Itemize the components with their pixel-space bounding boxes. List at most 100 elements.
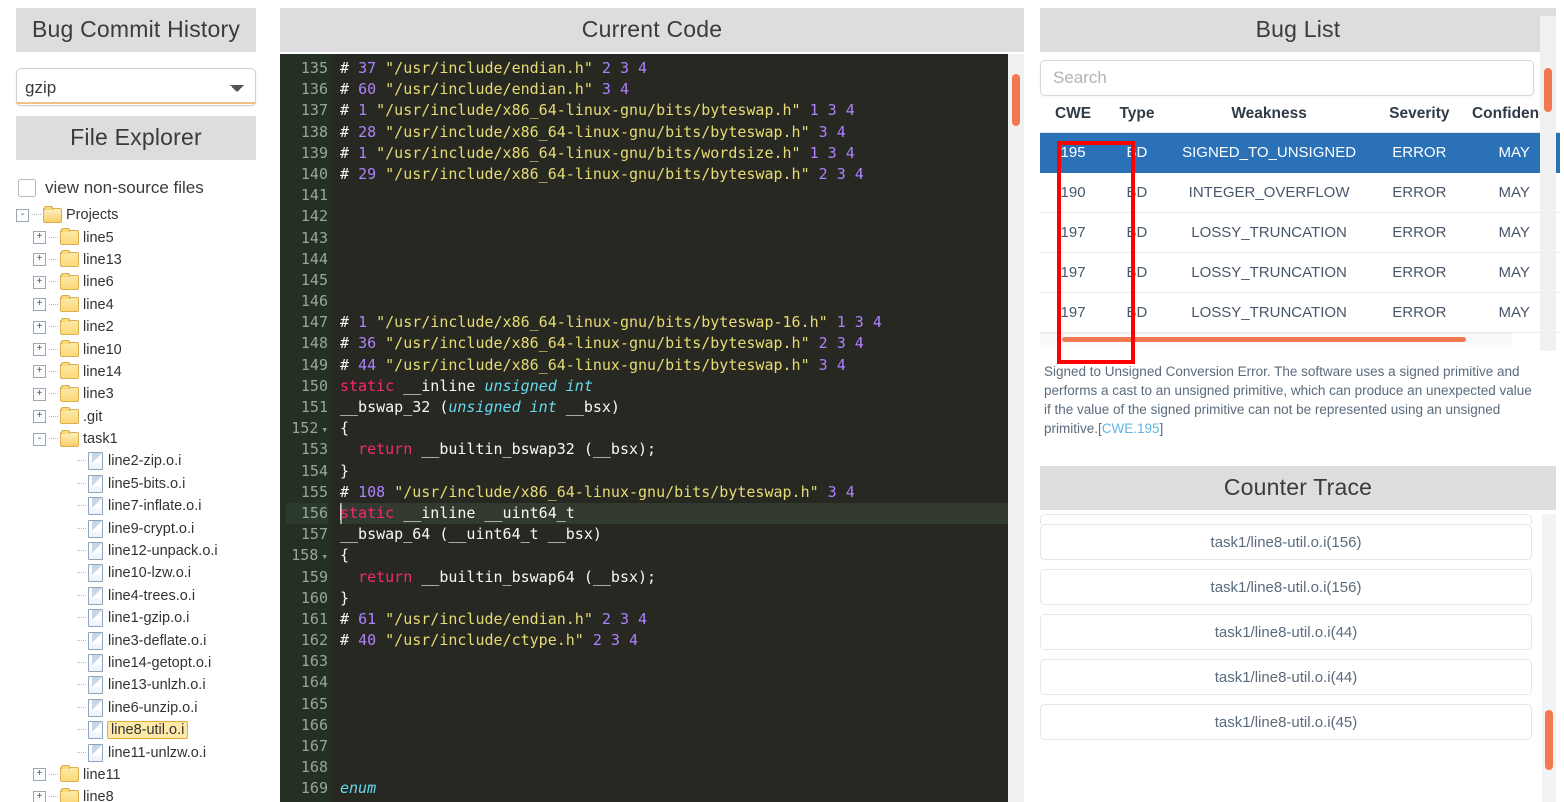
tree-connector <box>77 572 86 574</box>
table-row[interactable]: 190 BD INTEGER_OVERFLOW ERROR MAY <box>1040 172 1560 213</box>
cwe-link[interactable]: CWE.195 <box>1102 421 1160 436</box>
tree-expand-toggle[interactable]: + <box>33 387 46 401</box>
code-vertical-scrollbar-thumb[interactable] <box>1012 74 1020 126</box>
line-number: 147 <box>300 313 328 332</box>
tree-expand-toggle[interactable]: + <box>33 410 46 424</box>
tree-expand-toggle[interactable]: + <box>33 343 46 357</box>
tree-expand-toggle[interactable]: + <box>33 298 46 312</box>
tree-item-label: .git <box>83 408 103 425</box>
tree-file-line6-unzip.o.i[interactable]: line6-unzip.o.i <box>16 697 272 719</box>
line-number: 136 <box>300 80 328 99</box>
tree-item-line8[interactable]: + line8 <box>16 786 272 802</box>
tree-expand-toggle[interactable]: + <box>33 790 46 802</box>
code-line: enum <box>340 778 1024 799</box>
tree-item-projects[interactable]: - Projects <box>16 204 272 226</box>
tree-file-line7-inflate.o.i[interactable]: line7-inflate.o.i <box>16 495 272 517</box>
tree-file-line11-unlzw.o.i[interactable]: line11-unlzw.o.i <box>16 741 272 763</box>
code-panel: Current Code 135 136 137 138 139 140 141 142 143… <box>272 0 1032 802</box>
bug-cell-severity: ERROR <box>1370 132 1469 173</box>
code-token: "/usr/include/x86_64-linux-gnu/bits/byte… <box>394 482 819 501</box>
code-token: __bswap_64 (__uint64_t __bsx) <box>340 525 602 544</box>
code-token: 28 <box>358 122 377 141</box>
tree-item-line2[interactable]: + line2 <box>16 316 272 338</box>
code-token: __builtin_bswap64 (__bsx); <box>412 567 657 586</box>
column-header-severity[interactable]: Severity <box>1370 96 1469 133</box>
column-header-cwe[interactable]: CWE <box>1040 96 1107 133</box>
bug-table-horizontal-scrollbar[interactable] <box>1040 333 1512 345</box>
counter-trace-item-partial[interactable] <box>1040 514 1532 524</box>
code-line: } <box>340 461 1024 482</box>
tree-file-line1-gzip.o.i[interactable]: line1-gzip.o.i <box>16 607 272 629</box>
table-row[interactable]: 197 BD LOSSY_TRUNCATION ERROR MAY <box>1040 292 1560 333</box>
code-editor[interactable]: 135 136 137 138 139 140 141 142 143 144 145 146 147 1… <box>280 54 1024 802</box>
tree-file-line2-zip.o.i[interactable]: line2-zip.o.i <box>16 450 272 472</box>
counter-trace-scrollbar[interactable] <box>1542 514 1556 802</box>
tree-file-line12-unpack.o.i[interactable]: line12-unpack.o.i <box>16 540 272 562</box>
code-vertical-scrollbar[interactable] <box>1008 54 1024 802</box>
column-header-weakness[interactable]: Weakness <box>1167 96 1371 133</box>
counter-trace-list[interactable]: task1/line8-util.o.i(156) task1/line8-uti… <box>1040 514 1556 802</box>
tree-file-line13-unlzh.o.i[interactable]: line13-unlzh.o.i <box>16 674 272 696</box>
counter-trace-item[interactable]: task1/line8-util.o.i(156) <box>1040 524 1532 560</box>
tree-file-line9-crypt.o.i[interactable]: line9-crypt.o.i <box>16 517 272 539</box>
counter-trace-scrollbar-thumb[interactable] <box>1545 710 1553 770</box>
table-row[interactable]: 197 BD LOSSY_TRUNCATION ERROR MAY <box>1040 212 1560 253</box>
file-icon <box>88 542 103 561</box>
counter-trace-item[interactable]: task1/line8-util.o.i(156) <box>1040 569 1532 605</box>
tree-item-label: line14-getopt.o.i <box>108 655 212 671</box>
tree-expand-toggle[interactable]: + <box>33 275 46 289</box>
tree-item-line13[interactable]: + line13 <box>16 249 272 271</box>
tree-file-line8-util.o.i[interactable]: line8-util.o.i <box>16 719 272 741</box>
tree-collapse-toggle[interactable]: - <box>16 208 29 222</box>
bug-list-vertical-scrollbar-thumb[interactable] <box>1544 68 1552 112</box>
view-non-source-files-row[interactable]: view non-source files <box>18 178 272 198</box>
repo-select[interactable]: gzip <box>16 68 256 106</box>
file-tree[interactable]: - Projects + line5 + line13 + line6 + line4 + line2… <box>16 204 272 802</box>
file-icon <box>88 743 103 762</box>
counter-trace-item[interactable]: task1/line8-util.o.i(45) <box>1040 704 1532 740</box>
table-row[interactable]: 197 BD LOSSY_TRUNCATION ERROR MAY <box>1040 252 1560 293</box>
tree-file-line3-deflate.o.i[interactable]: line3-deflate.o.i <box>16 629 272 651</box>
tree-item-task1[interactable]: - task1 <box>16 428 272 450</box>
bug-table-scroll-area[interactable]: CWE Type Weakness Severity Confidence 19… <box>1040 96 1560 345</box>
counter-trace-item[interactable]: task1/line8-util.o.i(44) <box>1040 659 1532 695</box>
code-line: # 1 "/usr/include/x86_64-linux-gnu/bits/… <box>340 312 1024 333</box>
column-header-type[interactable]: Type <box>1106 96 1168 133</box>
bug-table-horizontal-scrollbar-thumb[interactable] <box>1062 337 1466 342</box>
bug-cell-severity: ERROR <box>1370 212 1469 253</box>
bug-list-vertical-scrollbar[interactable] <box>1540 16 1556 351</box>
tree-file-line5-bits.o.i[interactable]: line5-bits.o.i <box>16 473 272 495</box>
tree-item-line5[interactable]: + line5 <box>16 226 272 248</box>
tree-item-line4[interactable]: + line4 <box>16 294 272 316</box>
tree-expand-toggle[interactable]: + <box>33 231 46 245</box>
tree-item-label: line1-gzip.o.i <box>108 610 190 627</box>
tree-item-git[interactable]: + .git <box>16 406 272 428</box>
bug-table-head: CWE Type Weakness Severity Confidence <box>1040 96 1560 133</box>
code-fold-icon[interactable]: ▾ <box>321 423 328 436</box>
tree-file-line10-lzw.o.i[interactable]: line10-lzw.o.i <box>16 562 272 584</box>
counter-trace-item[interactable]: task1/line8-util.o.i(44) <box>1040 614 1532 650</box>
tree-expand-toggle[interactable]: + <box>33 768 46 782</box>
code-fold-icon[interactable]: ▾ <box>321 550 328 563</box>
view-non-source-files-checkbox[interactable] <box>18 179 36 197</box>
tree-connector <box>32 214 41 216</box>
tree-file-line14-getopt.o.i[interactable]: line14-getopt.o.i <box>16 652 272 674</box>
tree-expand-toggle[interactable]: + <box>33 365 46 379</box>
tree-expand-toggle[interactable]: + <box>33 320 46 334</box>
tree-item-line10[interactable]: + line10 <box>16 338 272 360</box>
tree-expand-toggle[interactable]: + <box>33 253 46 267</box>
tree-item-line11[interactable]: + line11 <box>16 764 272 786</box>
tree-item-line6[interactable]: + line6 <box>16 271 272 293</box>
tree-item-line14[interactable]: + line14 <box>16 361 272 383</box>
repo-select-underline <box>16 102 256 104</box>
tree-collapse-toggle[interactable]: - <box>33 432 46 446</box>
tree-file-line4-trees.o.i[interactable]: line4-trees.o.i <box>16 585 272 607</box>
table-row[interactable]: 195 BD SIGNED_TO_UNSIGNED ERROR MAY <box>1040 132 1560 173</box>
search-input[interactable] <box>1040 60 1534 96</box>
tree-item-line3[interactable]: + line3 <box>16 383 272 405</box>
code-text-area[interactable]: # 37 "/usr/include/endian.h" 2 3 4 # 60 "… <box>332 54 1024 802</box>
